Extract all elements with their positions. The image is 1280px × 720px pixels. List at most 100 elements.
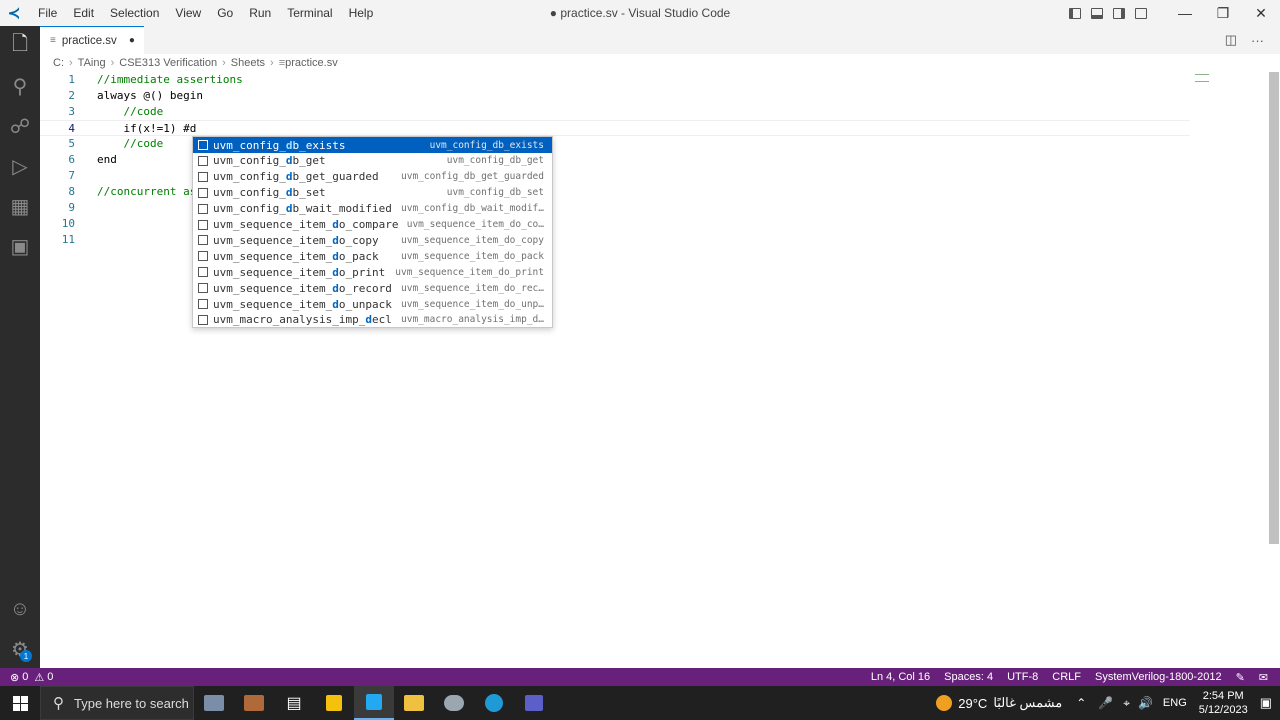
toggle-panel-icon[interactable] (1086, 0, 1108, 26)
tray-overflow-chevron-icon[interactable]: ⌃ (1076, 696, 1086, 710)
suggestion-match-highlight: d (365, 313, 372, 327)
suggestion-item[interactable]: uvm_config_db_wait_modified uvm_config_db… (193, 201, 552, 217)
start-button[interactable] (0, 686, 40, 720)
notification-center-icon[interactable]: ▣ (1260, 695, 1272, 711)
suggestion-item[interactable]: uvm_config_db_set uvm_config_db_set (193, 185, 552, 201)
search-icon[interactable]: ⚲ (0, 66, 40, 106)
breadcrumb-item[interactable]: CSE313 Verification (119, 57, 217, 69)
remote-explorer-icon[interactable]: ▣ (0, 226, 40, 266)
breadcrumb-item[interactable]: Sheets (231, 57, 265, 69)
menu-help[interactable]: Help (341, 0, 382, 26)
input-language[interactable]: ENG (1163, 697, 1187, 709)
code-line[interactable]: 1 //immediate assertions (40, 72, 1190, 88)
suggestion-item[interactable]: uvm_sequence_item_do_copy uvm_sequence_it… (193, 232, 552, 248)
suggestion-label: uvm_config_db_get_guarded (213, 170, 379, 183)
suggestion-item[interactable]: uvm_sequence_item_do_compare uvm_sequence… (193, 217, 552, 233)
snippet-icon (198, 203, 208, 214)
minimize-button[interactable]: — (1166, 0, 1204, 26)
suggestion-label: uvm_sequence_item_do_record (213, 282, 392, 295)
restore-button[interactable]: ❐ (1204, 0, 1242, 26)
suggestion-match-highlight: d (332, 218, 339, 231)
suggestion-item[interactable]: uvm_sequence_item_do_print uvm_sequence_i… (193, 264, 552, 280)
search-icon: ⚲ (53, 695, 64, 712)
menu-terminal[interactable]: Terminal (279, 0, 340, 26)
notifications-bell-icon[interactable]: ✉ (1259, 671, 1268, 684)
menu-run[interactable]: Run (241, 0, 279, 26)
suggestion-item[interactable]: uvm_sequence_item_do_record uvm_sequence_… (193, 280, 552, 296)
suggestion-item[interactable]: uvm_macro_analysis_imp_decl uvm_macro_ana… (193, 312, 552, 328)
tab-practice-sv[interactable]: ≡ practice.sv ● (40, 26, 144, 54)
extensions-icon[interactable]: ▦ (0, 186, 40, 226)
suggestion-item[interactable]: uvm_config_db_get_guarded uvm_config_db_g… (193, 169, 552, 185)
customize-layout-icon[interactable] (1130, 0, 1152, 26)
code-line[interactable]: 2 always @() begin (40, 88, 1190, 104)
volume-icon[interactable]: 🔊 (1138, 696, 1153, 710)
breadcrumb-separator-icon: › (222, 57, 226, 69)
suggestion-item[interactable]: uvm_config_db_exists uvm_config_db_exists (193, 137, 552, 153)
menu-file[interactable]: File (30, 0, 65, 26)
line-number: 9 (68, 201, 75, 214)
more-actions-icon[interactable]: ··· (1251, 33, 1264, 48)
vertical-scrollbar[interactable] (1268, 72, 1280, 668)
edge-browser-icon[interactable] (474, 686, 514, 720)
status-bar: ⊗ 0 ⚠ 0 Ln 4, Col 16 Spaces: 4 UTF-8 CRL… (0, 668, 1280, 686)
microphone-icon[interactable]: 🎤 (1098, 696, 1113, 710)
menu-view[interactable]: View (167, 0, 209, 26)
clock[interactable]: 2:54 PM 5/12/2023 (1199, 689, 1248, 717)
breadcrumb-item[interactable]: practice.sv (285, 57, 338, 69)
suggestion-label-text: o_copy (338, 233, 379, 247)
code-text: //immediate assertions (97, 73, 243, 86)
line-ending[interactable]: CRLF (1052, 671, 1081, 683)
split-editor-icon[interactable]: ◫ (1225, 32, 1237, 48)
scrollbar-thumb[interactable] (1269, 72, 1279, 544)
network-icon[interactable]: ⌖ (1123, 696, 1130, 711)
breadcrumb-item[interactable]: C: (53, 57, 64, 69)
suggestion-item[interactable]: uvm_sequence_item_do_unpack uvm_sequence_… (193, 296, 552, 312)
language-mode[interactable]: SystemVerilog-1800-2012 (1095, 671, 1222, 683)
manage-gear-icon[interactable]: ⚙ 1 (0, 629, 40, 669)
sticky-notes-icon[interactable] (314, 686, 354, 720)
menu-edit[interactable]: Edit (65, 0, 102, 26)
explorer-icon[interactable]: 🗋 (0, 26, 40, 66)
accounts-icon[interactable]: ☺ (0, 589, 40, 629)
run-debug-icon[interactable]: ▷ (0, 146, 40, 186)
code-line[interactable]: 3 //code (40, 104, 1190, 120)
suggestion-label-text: b_get (292, 154, 326, 168)
snippet-icon (198, 299, 208, 309)
breadcrumb-item[interactable]: TAing (78, 57, 106, 69)
taskbar-app-briefcase-icon[interactable] (234, 686, 274, 720)
cursor-position[interactable]: Ln 4, Col 16 (871, 671, 930, 683)
suggestion-label-text: ecl (371, 313, 392, 327)
line-number: 2 (68, 89, 75, 102)
autocomplete-suggest-widget: uvm_config_db_exists uvm_config_db_exists… (192, 136, 553, 328)
problems-indicator[interactable]: ⊗ 0 ⚠ 0 (0, 671, 53, 684)
file-explorer-icon[interactable] (394, 686, 434, 720)
vscode-taskbar-icon[interactable] (354, 686, 394, 720)
close-window-button[interactable]: ✕ (1242, 0, 1280, 26)
line-number: 1 (68, 73, 75, 86)
suggestion-label-text: uvm_sequence_item_ (213, 265, 333, 279)
indentation[interactable]: Spaces: 4 (944, 671, 993, 683)
weather-widget[interactable]: 29°C مشمس غالبًا (936, 695, 1062, 711)
source-control-icon[interactable]: ☍ (0, 106, 40, 146)
code-line[interactable]: 4 if(x!=1) #d (40, 120, 1190, 136)
taskbar-app-laptop-icon[interactable] (194, 686, 234, 720)
minimap[interactable] (1195, 74, 1209, 82)
suggestion-item[interactable]: uvm_config_db_get uvm_config_db_get (193, 153, 552, 169)
toggle-primary-sidebar-icon[interactable] (1064, 0, 1086, 26)
menu-go[interactable]: Go (209, 0, 241, 26)
suggestion-item[interactable]: uvm_sequence_item_do_pack uvm_sequence_it… (193, 248, 552, 264)
snippet-icon (198, 155, 208, 166)
taskbar-app-icon[interactable] (434, 686, 474, 720)
feedback-icon[interactable]: ✎ (1236, 671, 1245, 684)
task-view-icon[interactable]: ▤ (274, 686, 314, 720)
suggestion-label-text: b_set (292, 186, 326, 200)
encoding[interactable]: UTF-8 (1007, 671, 1038, 683)
menu-selection[interactable]: Selection (102, 0, 167, 26)
snippet-icon (198, 235, 208, 246)
toggle-secondary-sidebar-icon[interactable] (1108, 0, 1130, 26)
activity-bar: 🗋 ⚲ ☍ ▷ ▦ ▣ ☺ ⚙ 1 (0, 26, 40, 668)
teams-icon[interactable] (514, 686, 554, 720)
unsaved-dot-icon[interactable]: ● (129, 35, 135, 46)
taskbar-search-box[interactable]: ⚲ Type here to search (40, 686, 194, 720)
